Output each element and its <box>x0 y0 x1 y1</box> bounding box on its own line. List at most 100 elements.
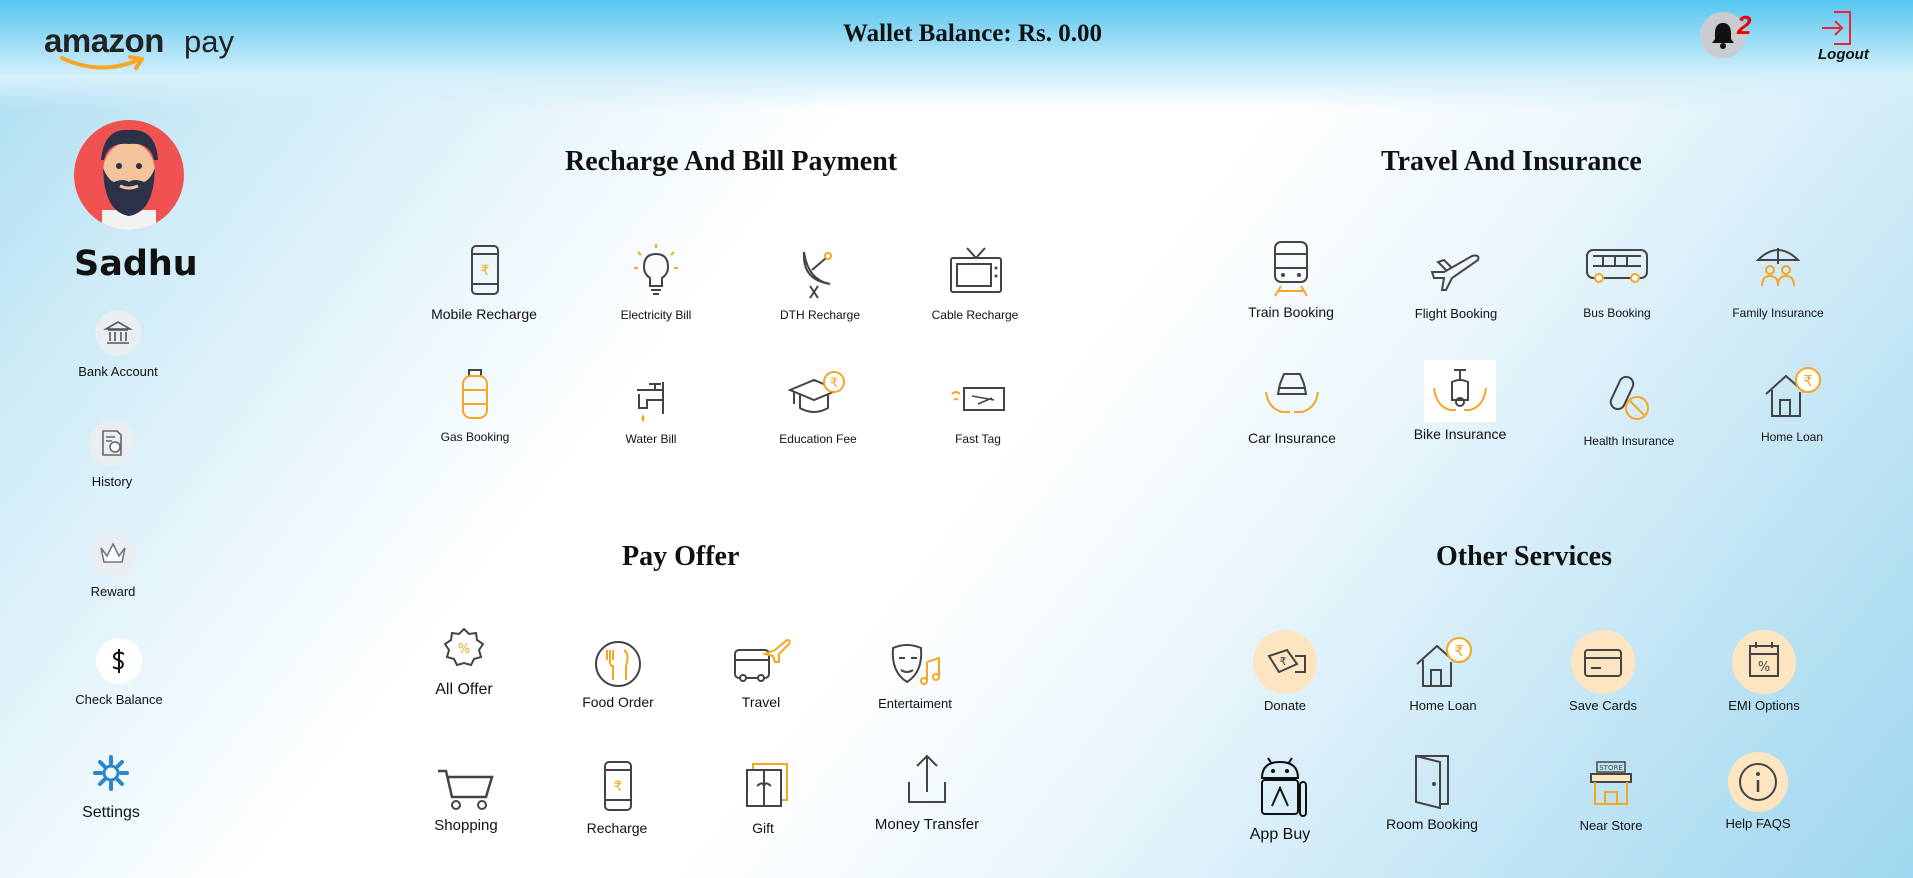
tile-bike-insurance[interactable]: Bike Insurance <box>1390 360 1530 442</box>
tile-all-offer[interactable]: % All Offer <box>394 627 534 699</box>
sidebar-item-check-balance[interactable]: Check Balance <box>39 638 199 707</box>
bank-icon <box>95 310 141 356</box>
notification-count: 2 <box>1737 10 1752 40</box>
fork-spoon-icon <box>586 636 650 690</box>
dollar-icon <box>96 638 142 684</box>
tile-label: Entertaiment <box>878 696 952 711</box>
tile-entertainment[interactable]: Entertaiment <box>845 640 985 711</box>
tile-label: Gas Booking <box>440 430 510 444</box>
tile-travel[interactable]: Travel <box>691 636 831 710</box>
water-tap-icon <box>619 364 683 428</box>
tile-label: Bike Insurance <box>1413 426 1507 442</box>
sidebar-item-bank-account[interactable]: Bank Account <box>38 310 198 379</box>
tile-label: EMI Options <box>1728 698 1800 713</box>
tile-label: Help FAQS <box>1725 816 1791 831</box>
sidebar-item-reward[interactable]: Reward <box>33 530 193 599</box>
logo-pay: pay <box>184 24 234 59</box>
bulb-icon <box>624 240 688 304</box>
mobile-rupee-icon: ₹ <box>585 758 649 816</box>
tile-app-buy[interactable]: App Buy <box>1210 754 1350 844</box>
sidebar-item-label: Reward <box>90 584 136 599</box>
tile-flight-booking[interactable]: Flight Booking <box>1386 238 1526 321</box>
svg-text:%: % <box>458 642 470 657</box>
umbrella-family-icon <box>1746 238 1810 302</box>
tile-education-fee[interactable]: ₹ Education Fee <box>748 364 888 446</box>
door-icon <box>1400 752 1464 812</box>
tile-label: Train Booking <box>1248 304 1334 320</box>
user-name: Sadhu <box>74 244 198 284</box>
tile-label: Education Fee <box>779 432 857 446</box>
gear-icon <box>88 750 134 796</box>
tile-shopping[interactable]: Shopping <box>396 765 536 834</box>
tile-label: Shopping <box>434 817 498 834</box>
sidebar-item-label: History <box>91 474 133 489</box>
tile-room-booking[interactable]: Room Booking <box>1362 752 1502 832</box>
svg-text:₹: ₹ <box>830 376 838 391</box>
tile-train-booking[interactable]: Train Booking <box>1221 236 1361 320</box>
logout-icon <box>1822 11 1851 45</box>
info-icon <box>1728 752 1788 812</box>
sidebar: Sadhu Bank Account History Reward Check … <box>0 110 260 878</box>
sidebar-item-label: Check Balance <box>75 692 163 707</box>
tile-gas-booking[interactable]: Gas Booking <box>405 362 545 444</box>
top-bar <box>0 0 1913 110</box>
tile-fast-tag[interactable]: Fast Tag <box>908 364 1048 446</box>
svg-text:₹: ₹ <box>1280 655 1287 668</box>
tile-label: Money Transfer <box>874 816 980 833</box>
tile-donate[interactable]: ₹ Donate <box>1215 630 1355 713</box>
android-icon <box>1248 754 1312 822</box>
tile-near-store[interactable]: STORE Near Store <box>1541 756 1681 833</box>
tile-water-bill[interactable]: Water Bill <box>581 364 721 446</box>
logout-button[interactable]: Logout <box>1810 8 1870 68</box>
sidebar-item-history[interactable]: History <box>32 420 192 489</box>
tile-cable-recharge[interactable]: Cable Recharge <box>905 240 1045 322</box>
tile-money-transfer[interactable]: Money Transfer <box>857 752 997 833</box>
satellite-dish-icon <box>788 240 852 304</box>
tile-label: Health Insurance <box>1583 434 1675 448</box>
tile-label: DTH Recharge <box>779 308 861 322</box>
tile-label: Home Loan <box>1760 430 1824 444</box>
tile-help-faqs[interactable]: Help FAQS <box>1688 752 1828 831</box>
logout-label: Logout <box>1818 46 1869 63</box>
tile-family-insurance[interactable]: Family Insurance <box>1708 238 1848 320</box>
tile-electricity-bill[interactable]: Electricity Bill <box>586 240 726 322</box>
tile-label: App Buy <box>1249 826 1311 843</box>
tile-food-order[interactable]: Food Order <box>548 636 688 710</box>
tile-label: Water Bill <box>625 432 677 446</box>
airplane-icon <box>1424 238 1488 302</box>
tile-label: Car Insurance <box>1248 430 1336 446</box>
tile-health-insurance[interactable]: Health Insurance <box>1559 366 1699 448</box>
tile-other-home-loan[interactable]: ₹ Home Loan <box>1373 634 1513 713</box>
house-rupee-icon: ₹ <box>1411 634 1475 694</box>
tile-label: Gift <box>752 820 774 836</box>
sidebar-item-label: Settings <box>82 804 140 821</box>
section-title-recharge: Recharge And Bill Payment <box>565 146 898 177</box>
tile-home-loan[interactable]: ₹ Home Loan <box>1722 362 1862 444</box>
mask-music-icon <box>883 640 947 692</box>
tile-label: Bus Booking <box>1583 306 1651 320</box>
tile-mobile-recharge[interactable]: ₹ Mobile Recharge <box>414 238 554 322</box>
smile-arrow-icon <box>60 55 144 70</box>
tile-label: All Offer <box>435 681 493 698</box>
tile-label: Food Order <box>582 694 654 710</box>
tile-dth-recharge[interactable]: DTH Recharge <box>750 240 890 322</box>
tile-bus-booking[interactable]: Bus Booking <box>1547 238 1687 320</box>
tile-label: Electricity Bill <box>620 308 692 322</box>
section-title-travel: Travel And Insurance <box>1381 146 1642 177</box>
tile-car-insurance[interactable]: Car Insurance <box>1222 362 1362 446</box>
tile-emi-options[interactable]: % EMI Options <box>1694 630 1834 713</box>
tile-label: Donate <box>1264 698 1306 713</box>
tile-gift[interactable]: Gift <box>693 758 833 836</box>
avatar[interactable] <box>74 120 184 230</box>
user-face-icon <box>101 129 158 230</box>
pills-icon <box>1597 366 1661 430</box>
tile-save-cards[interactable]: Save Cards <box>1533 630 1673 713</box>
bus-plane-icon <box>729 636 793 690</box>
tile-label: Save Cards <box>1569 698 1637 713</box>
tile-label: Room Booking <box>1386 816 1478 832</box>
graduation-cap-icon: ₹ <box>786 364 850 428</box>
amazon-pay-logo[interactable]: amazon pay <box>44 18 244 78</box>
sidebar-item-settings[interactable]: Settings <box>31 750 191 822</box>
tile-recharge[interactable]: ₹ Recharge <box>547 758 687 836</box>
store-icon: STORE <box>1579 756 1643 814</box>
